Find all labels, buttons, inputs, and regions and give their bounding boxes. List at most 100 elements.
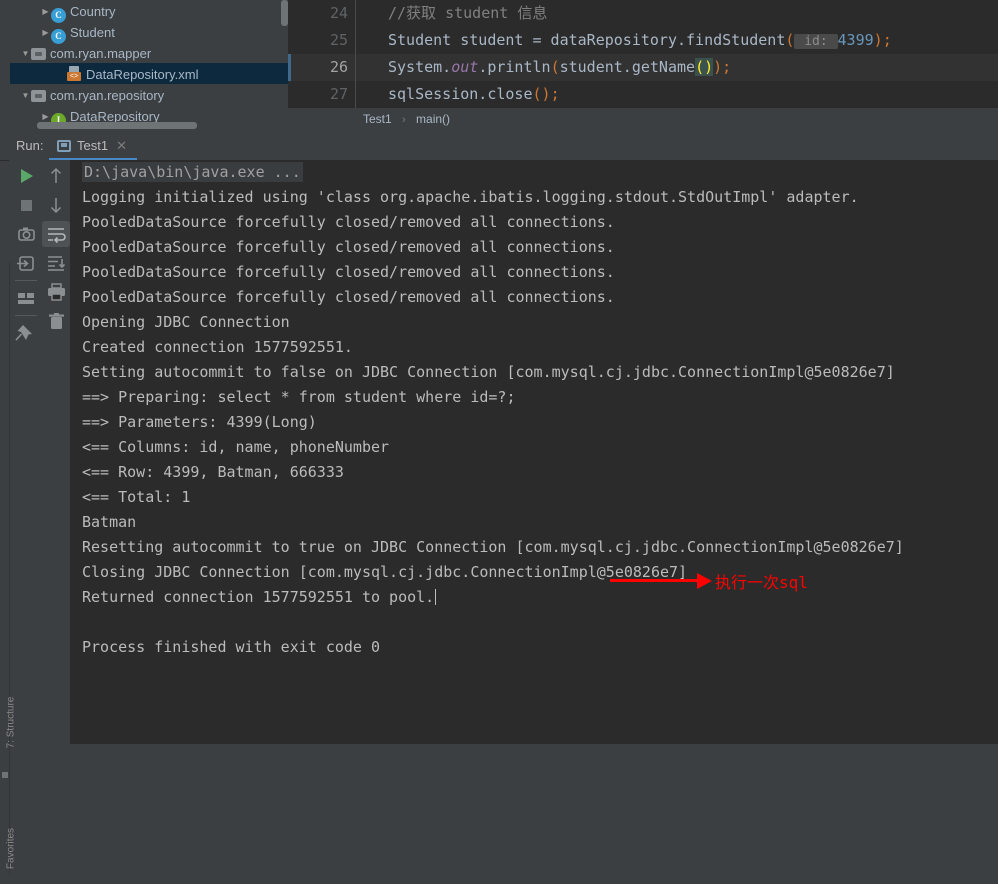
code-token: ) (873, 31, 883, 49)
code-token: () (532, 85, 551, 103)
code-line[interactable]: 24 //获取 student 信息 (288, 0, 998, 27)
code-token: ( (550, 58, 560, 76)
trash-icon[interactable] (42, 308, 70, 334)
soft-wrap-icon[interactable] (42, 221, 70, 247)
run-toolbar-console (42, 160, 70, 744)
code-token: out (451, 58, 479, 76)
code-token: student.getName (559, 58, 696, 76)
arrow-up-icon[interactable] (42, 163, 70, 189)
code-token: sqlSession.close (388, 85, 533, 103)
code-token: 4399 (837, 31, 874, 49)
console-line: Opening JDBC Connection (82, 313, 290, 331)
console-line: Logging initialized using 'class org.apa… (82, 188, 859, 206)
code-text: System.out.println(student.getName()); (388, 54, 731, 81)
chevron-down-icon[interactable]: ▼ (20, 43, 31, 64)
console-line: Resetting autocommit to true on JDBC Con… (82, 538, 904, 556)
code-text: sqlSession.close(); (388, 81, 560, 108)
package-icon (31, 90, 46, 102)
code-token: System. (388, 58, 452, 76)
code-token: () (695, 58, 714, 76)
project-tree[interactable]: ▶CCountry▶CStudent▼com.ryan.mapper▶DataR… (10, 0, 288, 131)
close-icon[interactable]: ✕ (116, 131, 127, 160)
command-line-text: D:\java\bin\java.exe ... (82, 162, 303, 182)
code-token: .println (478, 58, 551, 76)
code-token: ; (550, 85, 560, 103)
run-tool-window-header: Run: Test1 ✕ (0, 131, 998, 161)
console-line: PooledDataSource forcefully closed/remov… (82, 263, 615, 281)
chevron-down-icon[interactable]: ▼ (20, 85, 31, 106)
console-line: PooledDataSource forcefully closed/remov… (82, 288, 615, 306)
code-token: id: (794, 34, 838, 49)
idea-window: ▶CCountry▶CStudent▼com.ryan.mapper▶DataR… (0, 0, 998, 875)
console-exit-line: Process finished with exit code 0 (82, 638, 381, 656)
tree-item-label: Student (70, 25, 115, 41)
annotation-arrow (610, 573, 712, 589)
code-token: ; (882, 31, 892, 49)
line-number: 25 (329, 31, 348, 49)
tree-item[interactable]: ▶ C Student (10, 21, 288, 44)
line-number: 24 (329, 4, 348, 22)
package-icon (31, 48, 46, 60)
tool-window-favorites[interactable]: Favorites (6, 814, 17, 884)
tree-item[interactable]: ▼ com.ryan.repository (10, 84, 288, 105)
console-line: Returned connection 1577592551 to pool. (82, 588, 437, 606)
sql-executed-once-note: 执行一次sql (715, 573, 808, 592)
code-token: Student student = dataRepository.findStu… (388, 31, 786, 49)
left-tool-strip-top (0, 0, 10, 131)
code-line[interactable]: 26 System.out.println(student.getName())… (288, 54, 998, 81)
code-token: //获取 student 信息 (388, 4, 548, 22)
top-row: ▶CCountry▶CStudent▼com.ryan.mapper▶DataR… (0, 0, 998, 131)
line-number: 26 (329, 58, 348, 76)
toolbar-separator (14, 280, 37, 281)
chevron-right-icon: ▶ (56, 64, 67, 85)
tree-horizontal-scrollbar[interactable] (37, 122, 197, 129)
line-number: 27 (329, 85, 348, 103)
fold-gutter[interactable] (355, 0, 356, 27)
toolbar-separator (14, 315, 37, 316)
tool-window-structure[interactable]: 7: Structure (6, 688, 17, 758)
scroll-to-end-icon[interactable] (42, 250, 70, 276)
chevron-right-icon[interactable]: ▶ (40, 22, 51, 43)
console-caret (435, 589, 437, 605)
console-line: Setting autocommit to false on JDBC Conn… (82, 363, 895, 381)
tree-vertical-scrollbar[interactable] (281, 0, 288, 26)
code-line[interactable]: 25 Student student = dataRepository.find… (288, 27, 998, 54)
run-tool-window: Run: Test1 ✕ D:\java\bin\java.exe ... Lo… (0, 131, 998, 875)
tree-item-label: DataRepository.xml (86, 67, 199, 83)
fold-gutter[interactable] (355, 81, 356, 108)
console-line: PooledDataSource forcefully closed/remov… (82, 213, 615, 231)
fold-gutter[interactable] (355, 27, 356, 54)
pin-icon[interactable] (12, 320, 40, 346)
tool-window-divider (2, 772, 8, 778)
fold-gutter[interactable] (355, 54, 356, 81)
left-tool-window-bar: 7: Structure Favorites (0, 262, 17, 875)
tree-item[interactable]: ▶ DataRepository.xml (10, 63, 288, 84)
console-line: <== Row: 4399, Batman, 666333 (82, 463, 344, 481)
tree-item-label: Country (70, 4, 116, 20)
arrow-down-icon[interactable] (42, 192, 70, 218)
run-tab-title: Test1 (77, 138, 109, 153)
run-label: Run: (16, 138, 44, 153)
run-toolbar-primary (9, 160, 42, 744)
layout-icon[interactable] (12, 285, 40, 311)
tree-item-label: com.ryan.repository (50, 88, 165, 104)
rerun-button[interactable] (12, 163, 40, 189)
console-command-line: D:\java\bin\java.exe ... (70, 160, 998, 185)
camera-icon[interactable] (12, 221, 40, 247)
chevron-right-icon[interactable]: ▶ (40, 1, 51, 22)
tree-item-label: com.ryan.mapper (50, 46, 152, 62)
stop-button[interactable] (12, 192, 40, 218)
code-line[interactable]: 27 sqlSession.close(); (288, 81, 998, 108)
tree-item[interactable]: ▶ C Country (10, 0, 288, 23)
printer-icon[interactable] (42, 279, 70, 305)
breadcrumb-method[interactable]: main() (416, 112, 450, 126)
console-line: PooledDataSource forcefully closed/remov… (82, 238, 615, 256)
run-tab-test1[interactable]: Test1 ✕ (49, 131, 137, 160)
breadcrumb[interactable]: Test1 › main() (288, 108, 998, 131)
restore-icon[interactable] (12, 250, 40, 276)
console-line: ==> Parameters: 4399(Long) (82, 413, 317, 431)
breadcrumb-class[interactable]: Test1 (363, 112, 392, 126)
console-output[interactable]: D:\java\bin\java.exe ... Logging initiali… (70, 160, 998, 744)
tree-item[interactable]: ▼ com.ryan.mapper (10, 42, 288, 63)
